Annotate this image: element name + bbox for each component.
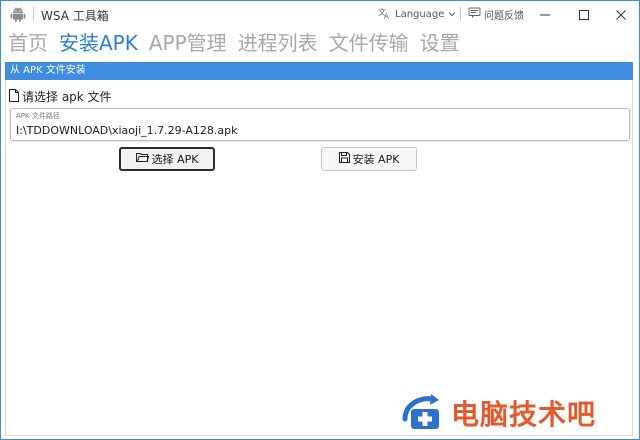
language-button[interactable]: 文 A Language — [378, 6, 460, 23]
feedback-button[interactable]: 问题反馈 — [468, 6, 524, 23]
feedback-icon — [468, 7, 484, 22]
select-apk-button[interactable]: 选择 APK — [119, 147, 215, 171]
choose-apk-label: 请选择 apk 文件 — [22, 90, 112, 104]
nav-tab-home[interactable]: 首页 — [8, 28, 48, 58]
choose-apk-heading: 请选择 apk 文件 — [9, 88, 112, 105]
feedback-label: 问题反馈 — [484, 11, 524, 22]
apk-path-input[interactable] — [16, 123, 616, 138]
file-icon — [9, 88, 22, 105]
nav-tab-app-manager[interactable]: APP管理 — [149, 28, 227, 58]
language-label: Language — [395, 9, 445, 20]
close-icon — [616, 5, 626, 24]
translate-icon: 文 A — [378, 7, 395, 22]
folder-open-icon — [135, 152, 152, 166]
maximize-icon — [579, 5, 589, 24]
maximize-button[interactable] — [564, 1, 604, 28]
watermark-logo-icon — [401, 393, 449, 437]
title-bar: WSA 工具箱 文 A Language 问题反馈 — [1, 1, 639, 28]
title-separator — [33, 7, 34, 21]
minimize-button[interactable] — [525, 1, 565, 28]
select-apk-label: 选择 APK — [151, 153, 199, 166]
main-nav: 首页 安装APK APP管理 进程列表 文件传输 设置 — [8, 28, 471, 58]
svg-text:A: A — [384, 13, 389, 20]
android-icon — [9, 5, 27, 23]
chevron-down-icon — [448, 9, 460, 20]
watermark-text: 电脑技术吧 — [451, 398, 597, 431]
app-title: WSA 工具箱 — [41, 9, 109, 23]
watermark: 电脑技术吧 — [399, 387, 635, 437]
apk-path-field[interactable]: APK 文件路径 — [10, 108, 630, 141]
nav-tab-file-transfer[interactable]: 文件传输 — [329, 28, 409, 58]
app-window: WSA 工具箱 文 A Language 问题反馈 首页 安装APK APP管理… — [0, 0, 640, 440]
close-button[interactable] — [601, 1, 640, 28]
title-separator — [460, 7, 461, 21]
install-apk-button[interactable]: 安装 APK — [321, 147, 417, 171]
nav-tab-process-list[interactable]: 进程列表 — [238, 28, 318, 58]
section-header: 从 APK 文件安装 — [5, 62, 633, 80]
nav-tab-install-apk[interactable]: 安装APK — [59, 28, 138, 58]
apk-path-label: APK 文件路径 — [16, 112, 60, 120]
nav-tab-settings[interactable]: 设置 — [420, 28, 460, 58]
save-icon — [338, 152, 353, 166]
minimize-icon — [540, 5, 550, 24]
install-apk-label: 安装 APK — [352, 153, 400, 166]
